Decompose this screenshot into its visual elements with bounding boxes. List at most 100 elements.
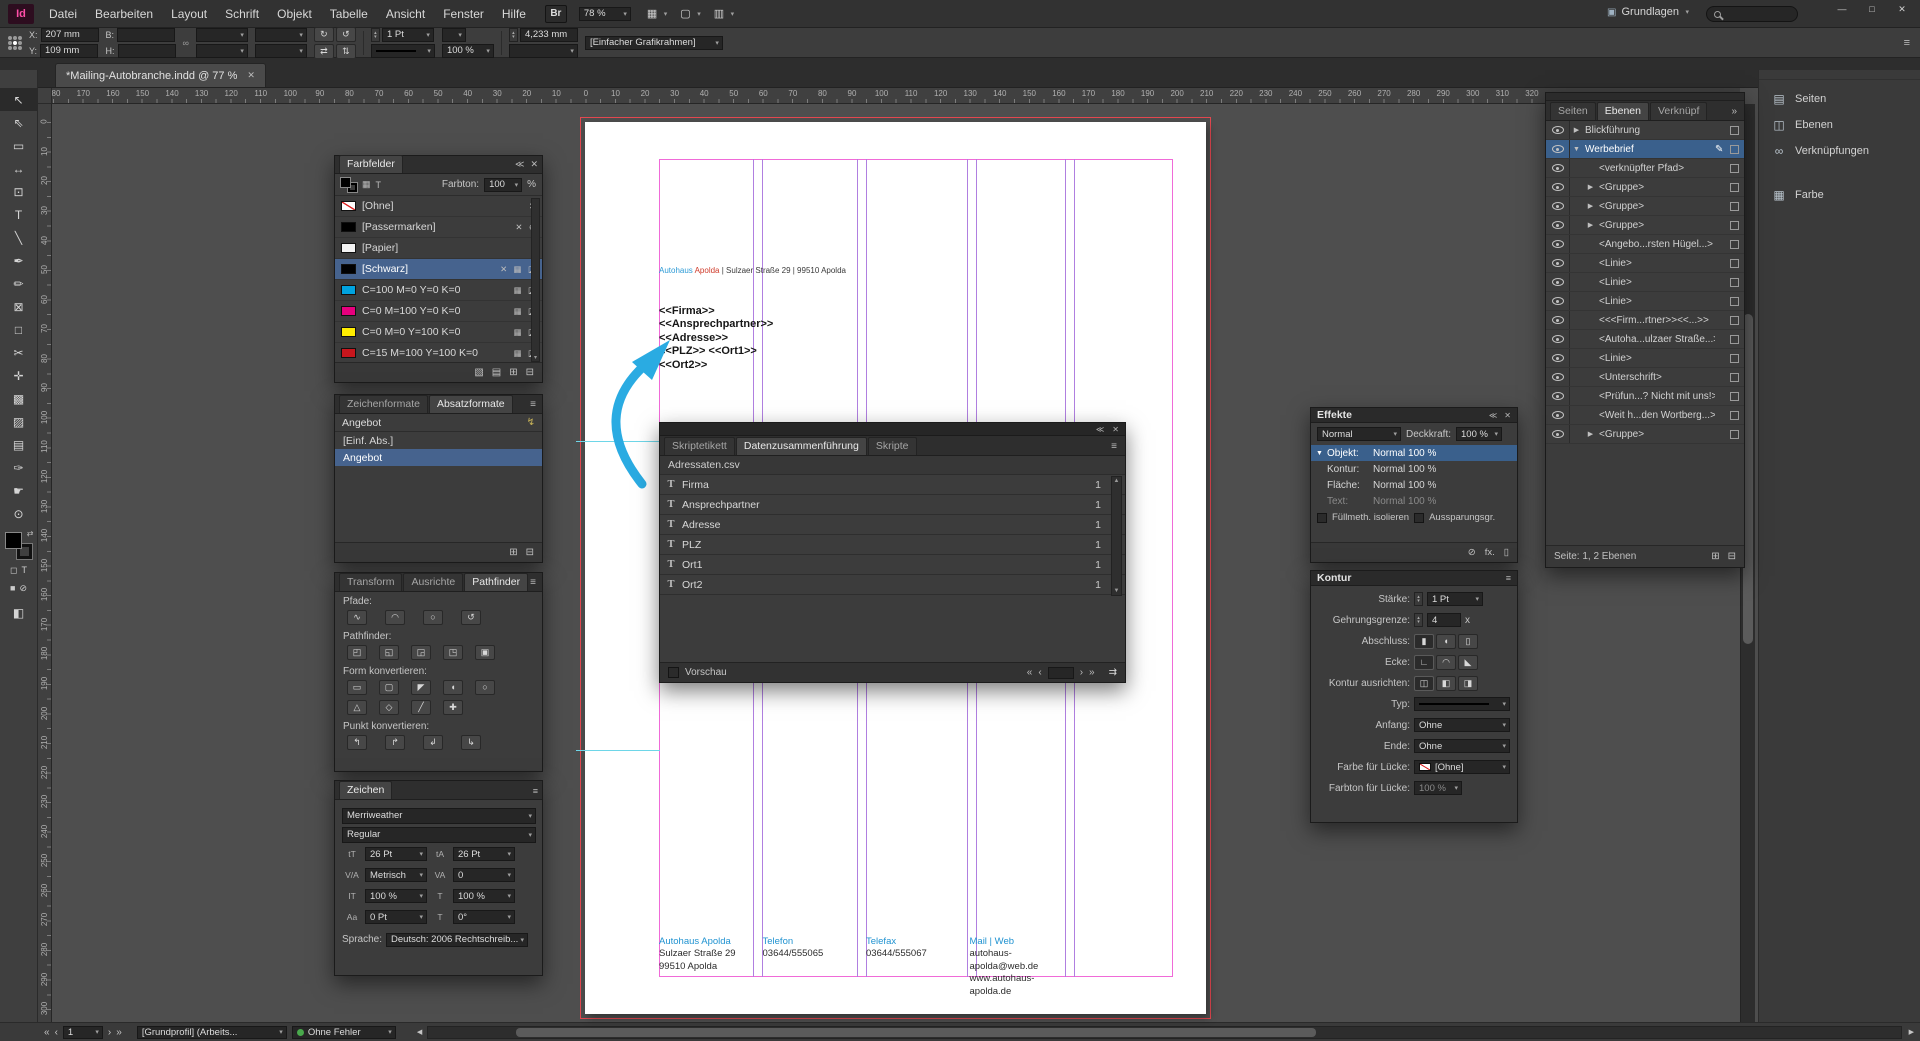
delete-layer-button[interactable]: ⊟ <box>1728 551 1736 562</box>
convert-polygon-icon[interactable]: ◇ <box>379 700 399 715</box>
layer-row[interactable]: <Prüfun...? Nicht mit uns!> <box>1546 387 1744 406</box>
style-list-item[interactable]: [Einf. Abs.] <box>335 432 542 449</box>
layer-select-square[interactable] <box>1730 297 1739 306</box>
convert-rounded-rectangle-icon[interactable]: ▢ <box>379 680 399 695</box>
expander-icon[interactable]: ▼ <box>1316 450 1327 457</box>
gap-color-select[interactable]: [Ohne] <box>1414 760 1510 774</box>
stroke-weight-stepper[interactable] <box>371 28 380 42</box>
swatch-row[interactable]: C=15 M=100 Y=100 K=0 ▦ ◪ <box>335 343 542 362</box>
panel-menu-icon[interactable]: ≡ <box>530 577 536 588</box>
stroke-type-select[interactable] <box>371 44 435 58</box>
height-field[interactable] <box>118 44 176 58</box>
convert-orthogonal-line-icon[interactable]: ✚ <box>443 700 463 715</box>
stroke-type-select[interactable] <box>1414 697 1510 711</box>
new-layer-button[interactable]: ⊞ <box>1711 551 1719 562</box>
dock-gripper[interactable] <box>1759 70 1920 80</box>
first-page-button[interactable]: « <box>44 1027 50 1038</box>
collapse-panel-icon[interactable]: ≪ <box>1096 425 1104 434</box>
close-panel-icon[interactable]: ✕ <box>1112 425 1119 434</box>
miter-limit-stepper[interactable] <box>1414 613 1423 627</box>
object-style-select[interactable]: [Einfacher Grafikrahmen] <box>585 36 723 50</box>
merge-field-row[interactable]: T Ort1 1 <box>660 555 1125 575</box>
projecting-cap-icon[interactable]: ▯ <box>1458 634 1478 649</box>
effects-target-row[interactable]: Kontur: Normal 100 % <box>1311 461 1517 477</box>
apply-none-button[interactable]: ⊘ <box>19 583 27 594</box>
layer-row[interactable]: <verknüpfter Pfad> <box>1546 159 1744 178</box>
panel-tab[interactable]: Seiten <box>1550 102 1596 120</box>
layer-row[interactable]: <Angebo...rsten Hügel...> <box>1546 235 1744 254</box>
panel-tab[interactable]: Skripte <box>868 437 917 455</box>
visibility-cell[interactable] <box>1546 235 1570 253</box>
screen-mode-button[interactable]: ▢ <box>680 7 703 20</box>
align-stroke-center-icon[interactable]: ◫ <box>1414 676 1434 691</box>
character-attribute-field[interactable]: 0 <box>453 868 515 882</box>
layer-select-square[interactable] <box>1730 126 1739 135</box>
layer-row[interactable]: <Linie> <box>1546 292 1744 311</box>
gap-tint-field[interactable]: 100 % <box>1414 781 1462 795</box>
convert-inverse-rounded-icon[interactable]: ◖ <box>443 680 463 695</box>
menu-item[interactable]: Objekt <box>268 0 321 27</box>
direct-selection-tool[interactable]: ⇖ <box>0 111 37 134</box>
close-panel-icon[interactable]: ✕ <box>1504 411 1511 420</box>
fill-stroke-proxy-small[interactable] <box>341 178 357 192</box>
panel-gripper[interactable] <box>1546 93 1744 101</box>
exclude-overlap-icon[interactable]: ◳ <box>443 645 463 660</box>
plain-point-icon[interactable]: ↰ <box>347 735 367 750</box>
character-attribute-field[interactable]: Metrisch <box>365 868 427 882</box>
corner-shape-select[interactable] <box>509 44 578 58</box>
scale-y-field[interactable] <box>196 44 248 58</box>
round-cap-icon[interactable]: ◖ <box>1436 634 1456 649</box>
layer-select-square[interactable] <box>1730 392 1739 401</box>
shear-angle-field[interactable] <box>255 44 307 58</box>
expander-icon[interactable]: ▶ <box>1584 221 1597 229</box>
visibility-cell[interactable] <box>1546 292 1570 310</box>
line-tool[interactable]: ╲ <box>0 226 37 249</box>
dock-ebenen-button[interactable]: ◫ Ebenen <box>1759 112 1920 138</box>
visibility-cell[interactable] <box>1546 406 1570 424</box>
x-position-field[interactable]: 207 mm <box>41 28 99 42</box>
layer-select-square[interactable] <box>1730 316 1739 325</box>
formatting-affects-container-button[interactable]: ◻ <box>10 565 17 576</box>
rectangle-frame-tool[interactable]: ⊠ <box>0 295 37 318</box>
formatting-affects-container-icon[interactable]: ▦ <box>362 179 371 190</box>
expander-icon[interactable]: ▶ <box>1570 126 1583 134</box>
panel-tab[interactable]: Skriptetikett <box>664 437 735 455</box>
blend-mode-select[interactable]: Normal <box>1317 427 1401 441</box>
menu-item[interactable]: Fenster <box>434 0 493 27</box>
maximize-button[interactable]: □ <box>1858 0 1886 18</box>
close-path-icon[interactable]: ○ <box>423 610 443 625</box>
panel-tab[interactable]: Verknüpf <box>1650 102 1707 120</box>
stroke-weight-select[interactable]: 1 Pt <box>382 28 434 42</box>
open-path-icon[interactable]: ◠ <box>385 610 405 625</box>
visibility-eye-icon[interactable] <box>1552 202 1564 210</box>
character-attribute-field[interactable]: 0 Pt <box>365 910 427 924</box>
minimize-button[interactable]: — <box>1828 0 1856 18</box>
flip-vertical-button[interactable]: ⇅ <box>336 44 356 59</box>
delete-swatch-button[interactable]: ⊟ <box>526 367 534 378</box>
stroke-weight-select[interactable]: 1 Pt <box>1427 592 1483 606</box>
character-attribute-field[interactable]: 26 Pt <box>365 847 427 861</box>
collapse-panel-icon[interactable]: ≪ <box>515 159 524 170</box>
preview-checkbox[interactable] <box>668 667 679 678</box>
menu-item[interactable]: Bearbeiten <box>86 0 162 27</box>
selection-tool[interactable]: ↖ <box>0 88 37 111</box>
align-stroke-inside-icon[interactable]: ◧ <box>1436 676 1456 691</box>
layer-row[interactable]: ▶ <Gruppe> <box>1546 178 1744 197</box>
character-attribute-field[interactable]: 100 % <box>365 889 427 903</box>
gradient-feather-tool[interactable]: ▨ <box>0 410 37 433</box>
width-field[interactable] <box>117 28 175 42</box>
panel-tab[interactable]: Transform <box>339 573 402 591</box>
fill-stroke-proxy[interactable]: ⇄ <box>6 533 32 559</box>
eyedropper-tool[interactable]: ✑ <box>0 456 37 479</box>
menu-item[interactable]: Hilfe <box>493 0 535 27</box>
flip-horizontal-button[interactable]: ⇄ <box>314 44 334 59</box>
panel-menu-icon[interactable]: ≡ <box>1506 573 1511 583</box>
preflight-status-select[interactable]: Ohne Fehler <box>292 1026 396 1039</box>
last-record-button[interactable]: » <box>1089 667 1095 678</box>
bevel-join-icon[interactable]: ◣ <box>1458 655 1478 670</box>
visibility-eye-icon[interactable] <box>1552 411 1564 419</box>
layer-select-square[interactable] <box>1730 221 1739 230</box>
record-number-field[interactable] <box>1048 667 1074 679</box>
panel-tab[interactable]: Pathfinder <box>464 573 528 591</box>
visibility-eye-icon[interactable] <box>1552 316 1564 324</box>
